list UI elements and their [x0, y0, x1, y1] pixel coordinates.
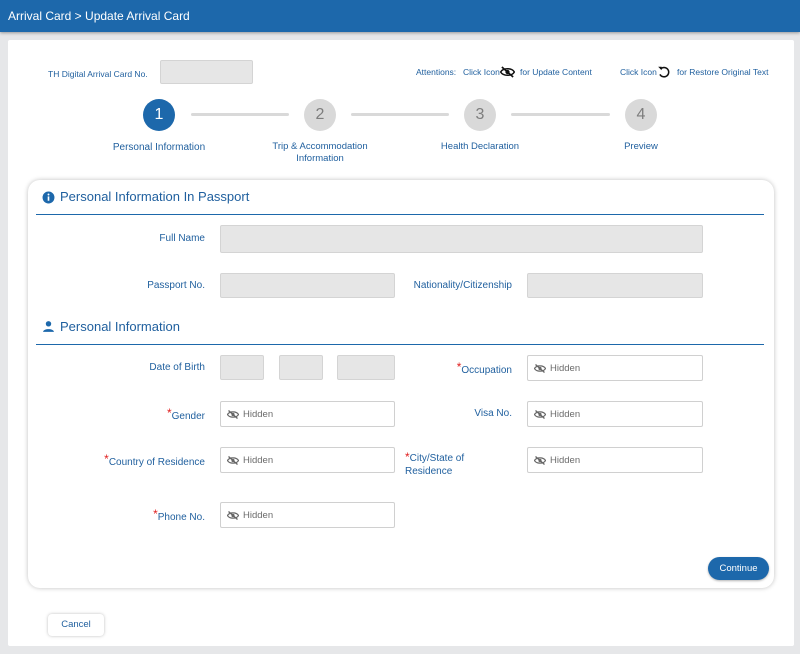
eye-off-icon[interactable] [227, 510, 239, 521]
dob-year-field [337, 355, 395, 380]
eye-off-icon[interactable] [227, 455, 239, 466]
city-field[interactable]: Hidden [527, 447, 703, 473]
cancel-button[interactable]: Cancel [48, 614, 104, 636]
eye-off-icon [500, 66, 515, 78]
step-1-circle[interactable]: 1 [143, 99, 175, 131]
dob-month-field [279, 355, 323, 380]
hidden-value: Hidden [550, 455, 581, 466]
eye-off-icon[interactable] [534, 409, 546, 420]
step-connector-2-3 [351, 113, 449, 116]
step-2-circle[interactable]: 2 [304, 99, 336, 131]
phone-label-text: Phone No. [157, 512, 205, 523]
dob-day-field [220, 355, 264, 380]
step-2-label-line2: Information [296, 153, 344, 164]
passport-no-field [220, 273, 395, 298]
step-4-label: Preview [590, 141, 692, 153]
update-content-hint: for Update Content [520, 67, 592, 77]
nationality-label: Nationality/Citizenship [413, 280, 512, 291]
attention-label: Attentions: [416, 67, 457, 77]
breadcrumb: Arrival Card > Update Arrival Card [8, 9, 190, 23]
step-1-label-text: Personal Information [112, 142, 206, 153]
hidden-value: Hidden [243, 510, 274, 521]
visa-no-field[interactable]: Hidden [527, 401, 703, 427]
occupation-label: *Occupation [400, 360, 512, 376]
step-3-label-text: Health Declaration [440, 141, 520, 152]
step-connector-3-4 [511, 113, 610, 116]
step-2-label: Trip & Accommodation Information [260, 141, 380, 165]
continue-button[interactable]: Continue [708, 557, 769, 580]
step-2-label-line1: Trip & Accommodation [272, 141, 368, 152]
city-label-line2: Residence [405, 466, 453, 477]
passport-section-divider [36, 214, 764, 215]
arrival-card-no-field [160, 60, 253, 84]
step-3-label: Health Declaration [420, 141, 540, 153]
step-4-label-text: Preview [624, 141, 658, 152]
gender-label: *Gender [100, 406, 205, 422]
step-1-label: Personal Information [100, 142, 218, 154]
hidden-value: Hidden [550, 363, 581, 374]
step-3-circle[interactable]: 3 [464, 99, 496, 131]
step-connector-1-2 [191, 113, 289, 116]
visa-no-label: Visa No. [474, 408, 512, 419]
phone-field[interactable]: Hidden [220, 502, 395, 528]
dob-label: Date of Birth [149, 362, 205, 373]
eye-off-icon[interactable] [534, 363, 546, 374]
personal-section-divider [36, 344, 764, 345]
step-4-circle[interactable]: 4 [625, 99, 657, 131]
person-icon [43, 321, 54, 332]
passport-section-title: Personal Information In Passport [60, 189, 250, 204]
hidden-value: Hidden [243, 409, 274, 420]
full-name-field [220, 225, 703, 253]
country-label-text: Country of Residence [108, 457, 205, 468]
eye-off-icon[interactable] [534, 455, 546, 466]
personal-section-title: Personal Information [60, 319, 180, 334]
phone-label: *Phone No. [100, 507, 205, 523]
country-label: *Country of Residence [80, 452, 205, 468]
full-name-label: Full Name [159, 233, 205, 244]
gender-field[interactable]: Hidden [220, 401, 395, 427]
click-icon-text-1: Click Icon [463, 67, 500, 77]
occupation-field[interactable]: Hidden [527, 355, 703, 381]
eye-off-icon[interactable] [227, 409, 239, 420]
click-icon-text-2: Click Icon [620, 67, 657, 77]
top-bar: Arrival Card > Update Arrival Card [0, 0, 800, 32]
info-icon [42, 191, 55, 204]
occupation-label-text: Occupation [461, 365, 512, 376]
restore-icon [658, 66, 670, 78]
passport-no-label: Passport No. [147, 280, 205, 291]
restore-text-hint: for Restore Original Text [677, 67, 769, 77]
hidden-value: Hidden [243, 455, 274, 466]
city-label: *City/State of Residence [405, 451, 505, 478]
gender-label-text: Gender [171, 411, 205, 422]
country-field[interactable]: Hidden [220, 447, 395, 473]
hidden-value: Hidden [550, 409, 581, 420]
arrival-card-no-label: TH Digital Arrival Card No. [48, 69, 148, 79]
city-label-line1: City/State of [409, 453, 465, 464]
nationality-field [527, 273, 703, 298]
